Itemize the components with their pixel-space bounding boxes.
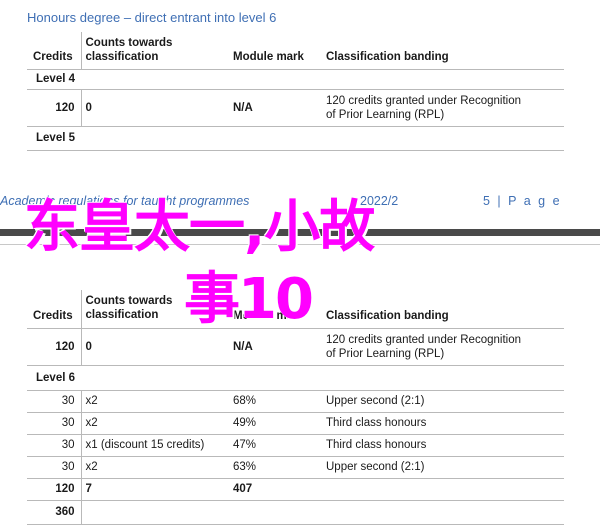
level-row: Level 6 [27,365,564,391]
header-credits: Credits [27,290,82,329]
table-header-row: Credits Counts towards classification Mod… [27,32,564,70]
row-credits: 120 [27,89,82,127]
table-row: 30 x2 49% Third class honours [27,412,564,435]
header-banding: Classification banding [322,32,564,70]
module-mark: 63% [229,456,322,479]
module-counts: x1 (discount 15 credits) [81,434,229,457]
module-mark: 68% [229,390,322,413]
total-mark: 407 [229,478,322,501]
module-banding: Third class honours [322,434,564,457]
row-banding: 120 credits granted under Recognition of … [322,328,564,366]
level-6-label: Level 6 [27,365,564,391]
overlay-title-line-1: 东皇太一,小故 [24,195,375,260]
table-row: 30 x2 63% Upper second (2:1) [27,456,564,479]
credits-table-top: Credits Counts towards classification Mod… [27,32,564,150]
grand-total-empty [322,500,564,525]
grand-total-empty [81,500,229,525]
total-credits: 120 [27,478,82,501]
table-bottom-rule [27,150,564,151]
module-banding: Upper second (2:1) [322,456,564,479]
grand-total-row: 360 [27,500,564,525]
row-credits: 120 [27,328,82,366]
footer-page-number: 5 | P a g e [483,194,562,208]
header-counts: Counts towards classification [81,32,229,70]
module-banding: Upper second (2:1) [322,390,564,413]
header-credits: Credits [27,32,82,70]
module-counts: x2 [81,390,229,413]
module-mark: 49% [229,412,322,435]
total-banding [322,478,564,501]
total-counts: 7 [81,478,229,501]
module-credits: 30 [27,434,82,457]
row-banding: 120 credits granted under Recognition of … [322,89,564,127]
overlay-title-line-2: 事10 [184,267,314,332]
module-counts: x2 [81,456,229,479]
module-credits: 30 [27,390,82,413]
grand-total-empty [229,500,322,525]
table-row: 120 0 N/A 120 credits granted under Reco… [27,328,564,366]
module-credits: 30 [27,412,82,435]
header-banding: Classification banding [322,290,564,329]
row-counts: 0 [81,89,229,127]
module-credits: 30 [27,456,82,479]
grand-total-credits: 360 [27,500,82,525]
header-module-mark: Module mark [229,32,322,70]
table-row: 30 x2 68% Upper second (2:1) [27,390,564,413]
row-counts: 0 [81,328,229,366]
module-counts: x2 [81,412,229,435]
table-row: 30 x1 (discount 15 credits) 47% Third cl… [27,434,564,457]
module-banding: Third class honours [322,412,564,435]
level-row: Level 5 [27,126,564,150]
row-mark: N/A [229,89,322,127]
table-row: 120 0 N/A 120 credits granted under Reco… [27,89,564,127]
row-mark: N/A [229,328,322,366]
level-5-label: Level 5 [36,132,75,145]
module-mark: 47% [229,434,322,457]
level-row: Level 4 [27,69,564,90]
section-heading: Honours degree – direct entrant into lev… [27,10,277,25]
level-4-label: Level 4 [27,69,564,90]
total-row: 120 7 407 [27,478,564,501]
